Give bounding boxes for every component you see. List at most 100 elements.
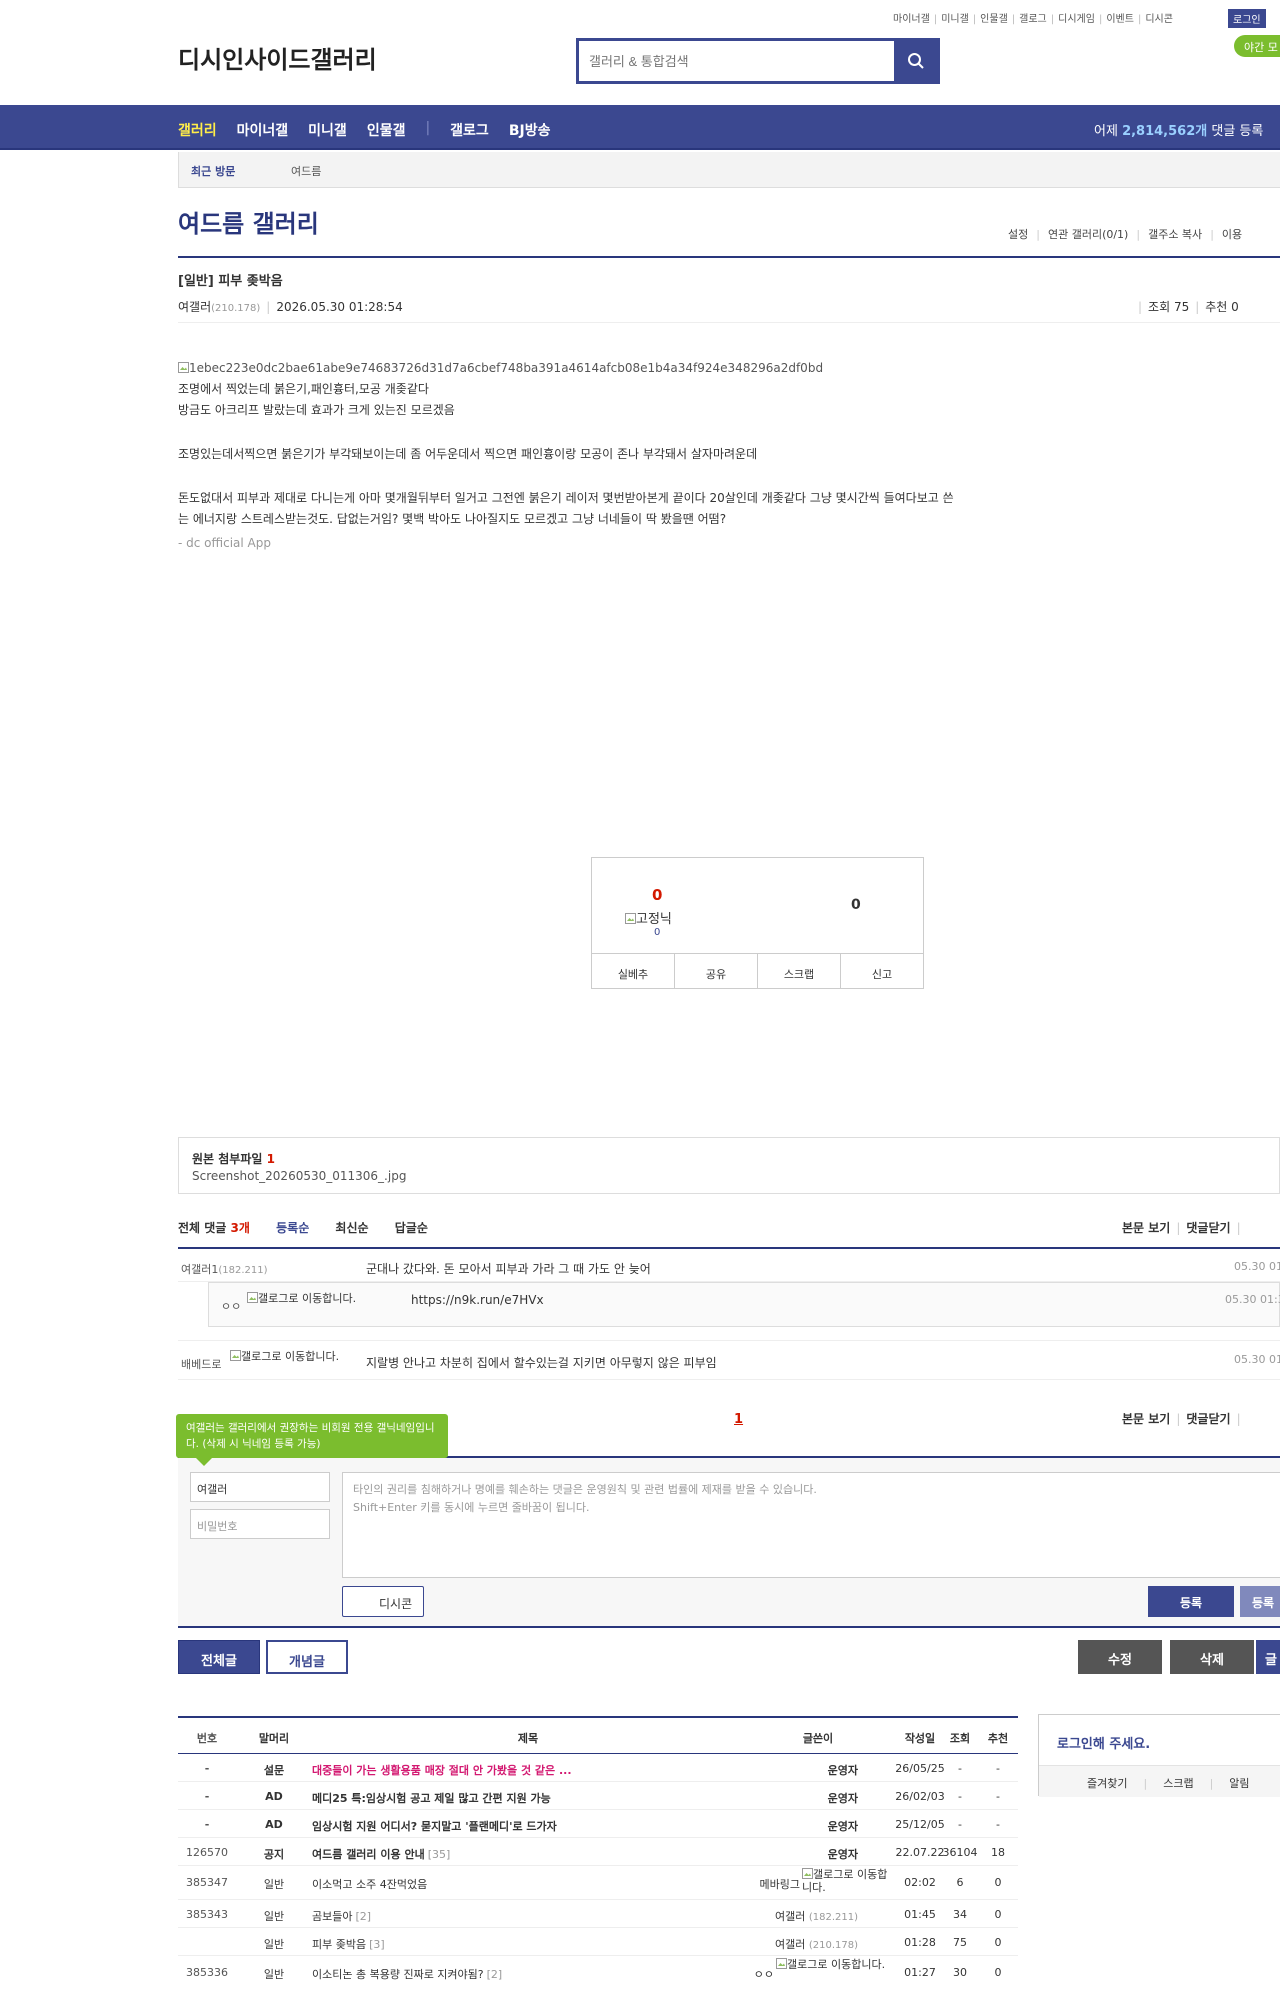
- comment-nick[interactable]: 배베드로: [181, 1356, 221, 1372]
- attachment-file[interactable]: Screenshot_20260530_011306_.jpg: [192, 1169, 406, 1183]
- copy-gallery-url[interactable]: 갤주소 복사: [1148, 228, 1202, 241]
- reply-date: 05.30 01:3: [1225, 1293, 1280, 1306]
- row-writer[interactable]: 운영자: [744, 1762, 892, 1778]
- nav-minor[interactable]: 마이너갤: [237, 120, 289, 140]
- post-line: 방금도 아크리프 발랐는데 효과가 크게 있는진 모르겠음: [178, 403, 455, 417]
- row-num: 385336: [186, 1966, 228, 1979]
- top-link-gallog[interactable]: 갤로그: [1019, 14, 1047, 25]
- comment-textarea[interactable]: 타인의 권리를 침해하거나 명예를 훼손하는 댓글은 운영원칙 및 관련 법률에…: [342, 1472, 1280, 1578]
- comment-page-1[interactable]: 1: [734, 1412, 743, 1427]
- row-subject: 일반: [263, 1938, 285, 1951]
- top-link-event[interactable]: 이벤트: [1106, 14, 1134, 25]
- row-writer[interactable]: 운영자: [744, 1790, 892, 1806]
- login-button[interactable]: 로그인: [1228, 9, 1266, 28]
- nav-mini[interactable]: 미니갤: [308, 120, 347, 140]
- view-body-button[interactable]: 본문 보기: [1122, 1412, 1170, 1426]
- reply-text[interactable]: https://n9k.run/e7HVx: [411, 1293, 544, 1307]
- recent-visit-item[interactable]: 여드름: [291, 163, 321, 179]
- top-link-dccon[interactable]: 디시콘: [1145, 14, 1173, 25]
- gallog-link[interactable]: 갤로그로 이동합니다.: [802, 1868, 892, 1894]
- row-writer[interactable]: 여갤러 (210.178): [744, 1936, 892, 1952]
- comment-submit-recommend-button[interactable]: 등록: [1240, 1586, 1280, 1617]
- row-title[interactable]: 여드름 갤러리 이용 안내 [35]: [312, 1846, 744, 1862]
- recent-visit-label: 최근 방문: [191, 165, 236, 178]
- login-prompt[interactable]: 로그인해 주세요.: [1057, 1733, 1150, 1752]
- nav-gallery[interactable]: 갤러리: [178, 120, 217, 140]
- write-button[interactable]: 글: [1256, 1640, 1280, 1674]
- comment-submit-button[interactable]: 등록: [1148, 1586, 1234, 1617]
- post-author[interactable]: 여갤러: [178, 300, 211, 314]
- row-writer[interactable]: ㅇㅇ: [744, 1966, 774, 1982]
- reply-nick[interactable]: ㅇㅇ: [221, 1298, 241, 1314]
- post-image-alt[interactable]: 1ebec223e0dc2bae61abe9e74683726d31d7a6cb…: [178, 358, 1078, 379]
- row-title[interactable]: 피부 좆박음 [3]: [312, 1936, 744, 1952]
- top-link-mini[interactable]: 미니갤: [941, 14, 969, 25]
- attachment-label: 원본 첨부파일 1: [192, 1152, 275, 1166]
- row-title[interactable]: 임상시험 지원 어디서? 묻지말고 '플랜메디'로 드가자: [312, 1818, 744, 1834]
- upvote-count[interactable]: 0: [652, 886, 662, 904]
- close-comments-button[interactable]: 댓글닫기: [1186, 1221, 1230, 1235]
- comment-nick[interactable]: 여갤러1(182.211): [181, 1261, 268, 1277]
- row-writer[interactable]: 여갤러 (182.211): [744, 1908, 892, 1924]
- gallery-usage[interactable]: 이용: [1222, 228, 1242, 241]
- post-line: 조명있는데서찍으면 붉은기가 부각돼보이는데 좀 어두운데서 찍으면 패인흉이랑…: [178, 447, 758, 461]
- top-link-person[interactable]: 인물갤: [980, 14, 1008, 25]
- sort-latest[interactable]: 최신순: [335, 1221, 368, 1235]
- search-button[interactable]: [894, 41, 937, 81]
- report-button[interactable]: 신고: [841, 954, 923, 989]
- comment-count: 3개: [230, 1221, 250, 1235]
- sort-registered[interactable]: 등록순: [276, 1221, 309, 1235]
- reply-count: [2]: [486, 1968, 503, 1981]
- site-logo[interactable]: 디시인사이드갤러리: [178, 40, 377, 75]
- scrap-button[interactable]: 스크랩: [758, 954, 841, 989]
- nav-person[interactable]: 인물갤: [367, 120, 406, 140]
- header-title: 제목: [517, 1732, 539, 1745]
- nickname-input[interactable]: 여갤러: [190, 1472, 330, 1502]
- edit-button[interactable]: 수정: [1078, 1640, 1162, 1674]
- header-subject[interactable]: 말머리: [236, 1730, 312, 1746]
- top-link-game[interactable]: 디시게임: [1058, 14, 1095, 25]
- gallog-link[interactable]: 갤로그로 이동합니다.: [230, 1350, 340, 1363]
- silbe-reco-button[interactable]: 실베추: [592, 954, 675, 989]
- close-comments-button[interactable]: 댓글닫기: [1186, 1412, 1230, 1426]
- table-row: - AD 메디25 특:임상시험 공고 제일 많고 간편 지원 가능 운영자 2…: [178, 1782, 1018, 1810]
- header-num: 번호: [196, 1732, 218, 1745]
- row-writer[interactable]: 메바링그: [744, 1876, 800, 1892]
- row-title[interactable]: 메디25 특:임상시험 공고 제일 많고 간편 지원 가능: [312, 1790, 744, 1806]
- nav-bj[interactable]: BJ방송: [509, 120, 551, 140]
- broken-image-icon: [802, 1868, 813, 1879]
- gallog-link[interactable]: 갤로그로 이동합니다.: [247, 1292, 377, 1305]
- favorites-link[interactable]: 즐겨찾기: [1087, 1777, 1127, 1790]
- password-input[interactable]: 비밀번호: [190, 1509, 330, 1539]
- row-title[interactable]: 대중들이 가는 생활용품 매장 절대 안 가봤을 것 같은 ...: [312, 1762, 744, 1778]
- row-writer[interactable]: 운영자: [744, 1846, 892, 1862]
- gallery-settings[interactable]: 설정: [1008, 228, 1028, 241]
- top-link-minor[interactable]: 마이너갤: [893, 14, 930, 25]
- meta-divider: [178, 322, 1280, 323]
- delete-button[interactable]: 삭제: [1170, 1640, 1254, 1674]
- post-app-signature: - dc official App: [178, 536, 271, 550]
- gallery-title[interactable]: 여드름 갤러리: [178, 204, 319, 239]
- row-title[interactable]: 이소티논 총 복용량 진짜로 지켜야됨? [2]: [312, 1966, 744, 1982]
- row-num: 385343: [186, 1908, 228, 1921]
- row-title[interactable]: 이소먹고 소주 4잔먹었음: [312, 1876, 744, 1892]
- related-gallery[interactable]: 연관 갤러리(0/1): [1048, 228, 1128, 241]
- notifications-link[interactable]: 알림: [1229, 1777, 1249, 1790]
- all-posts-button[interactable]: 전체글: [178, 1640, 260, 1674]
- row-writer[interactable]: 운영자: [744, 1818, 892, 1834]
- dccon-button[interactable]: 디시콘: [342, 1586, 424, 1617]
- comment-text: 지랄병 안나고 차분히 집에서 할수있는걸 지키면 아무렇지 않은 피부임: [366, 1356, 717, 1370]
- search-input[interactable]: [579, 41, 894, 81]
- downvote-count[interactable]: 0: [851, 897, 861, 913]
- post-reco: 추천 0: [1205, 300, 1239, 314]
- nav-gallog[interactable]: 갤로그: [450, 120, 489, 140]
- scrap-link[interactable]: 스크랩: [1163, 1777, 1193, 1790]
- concept-posts-button[interactable]: 개념글: [266, 1640, 348, 1674]
- row-title[interactable]: 곰보들아 [2]: [312, 1908, 744, 1924]
- sort-reply[interactable]: 답글순: [395, 1221, 428, 1235]
- night-mode-toggle[interactable]: 야간 모: [1234, 35, 1280, 57]
- gallog-link[interactable]: 갤로그로 이동합니다.: [776, 1958, 892, 1971]
- gallery-menu: 설정 | 연관 갤러리(0/1) | 갤주소 복사 | 이용: [1008, 228, 1243, 241]
- share-button[interactable]: 공유: [675, 954, 758, 989]
- view-body-button[interactable]: 본문 보기: [1122, 1221, 1170, 1235]
